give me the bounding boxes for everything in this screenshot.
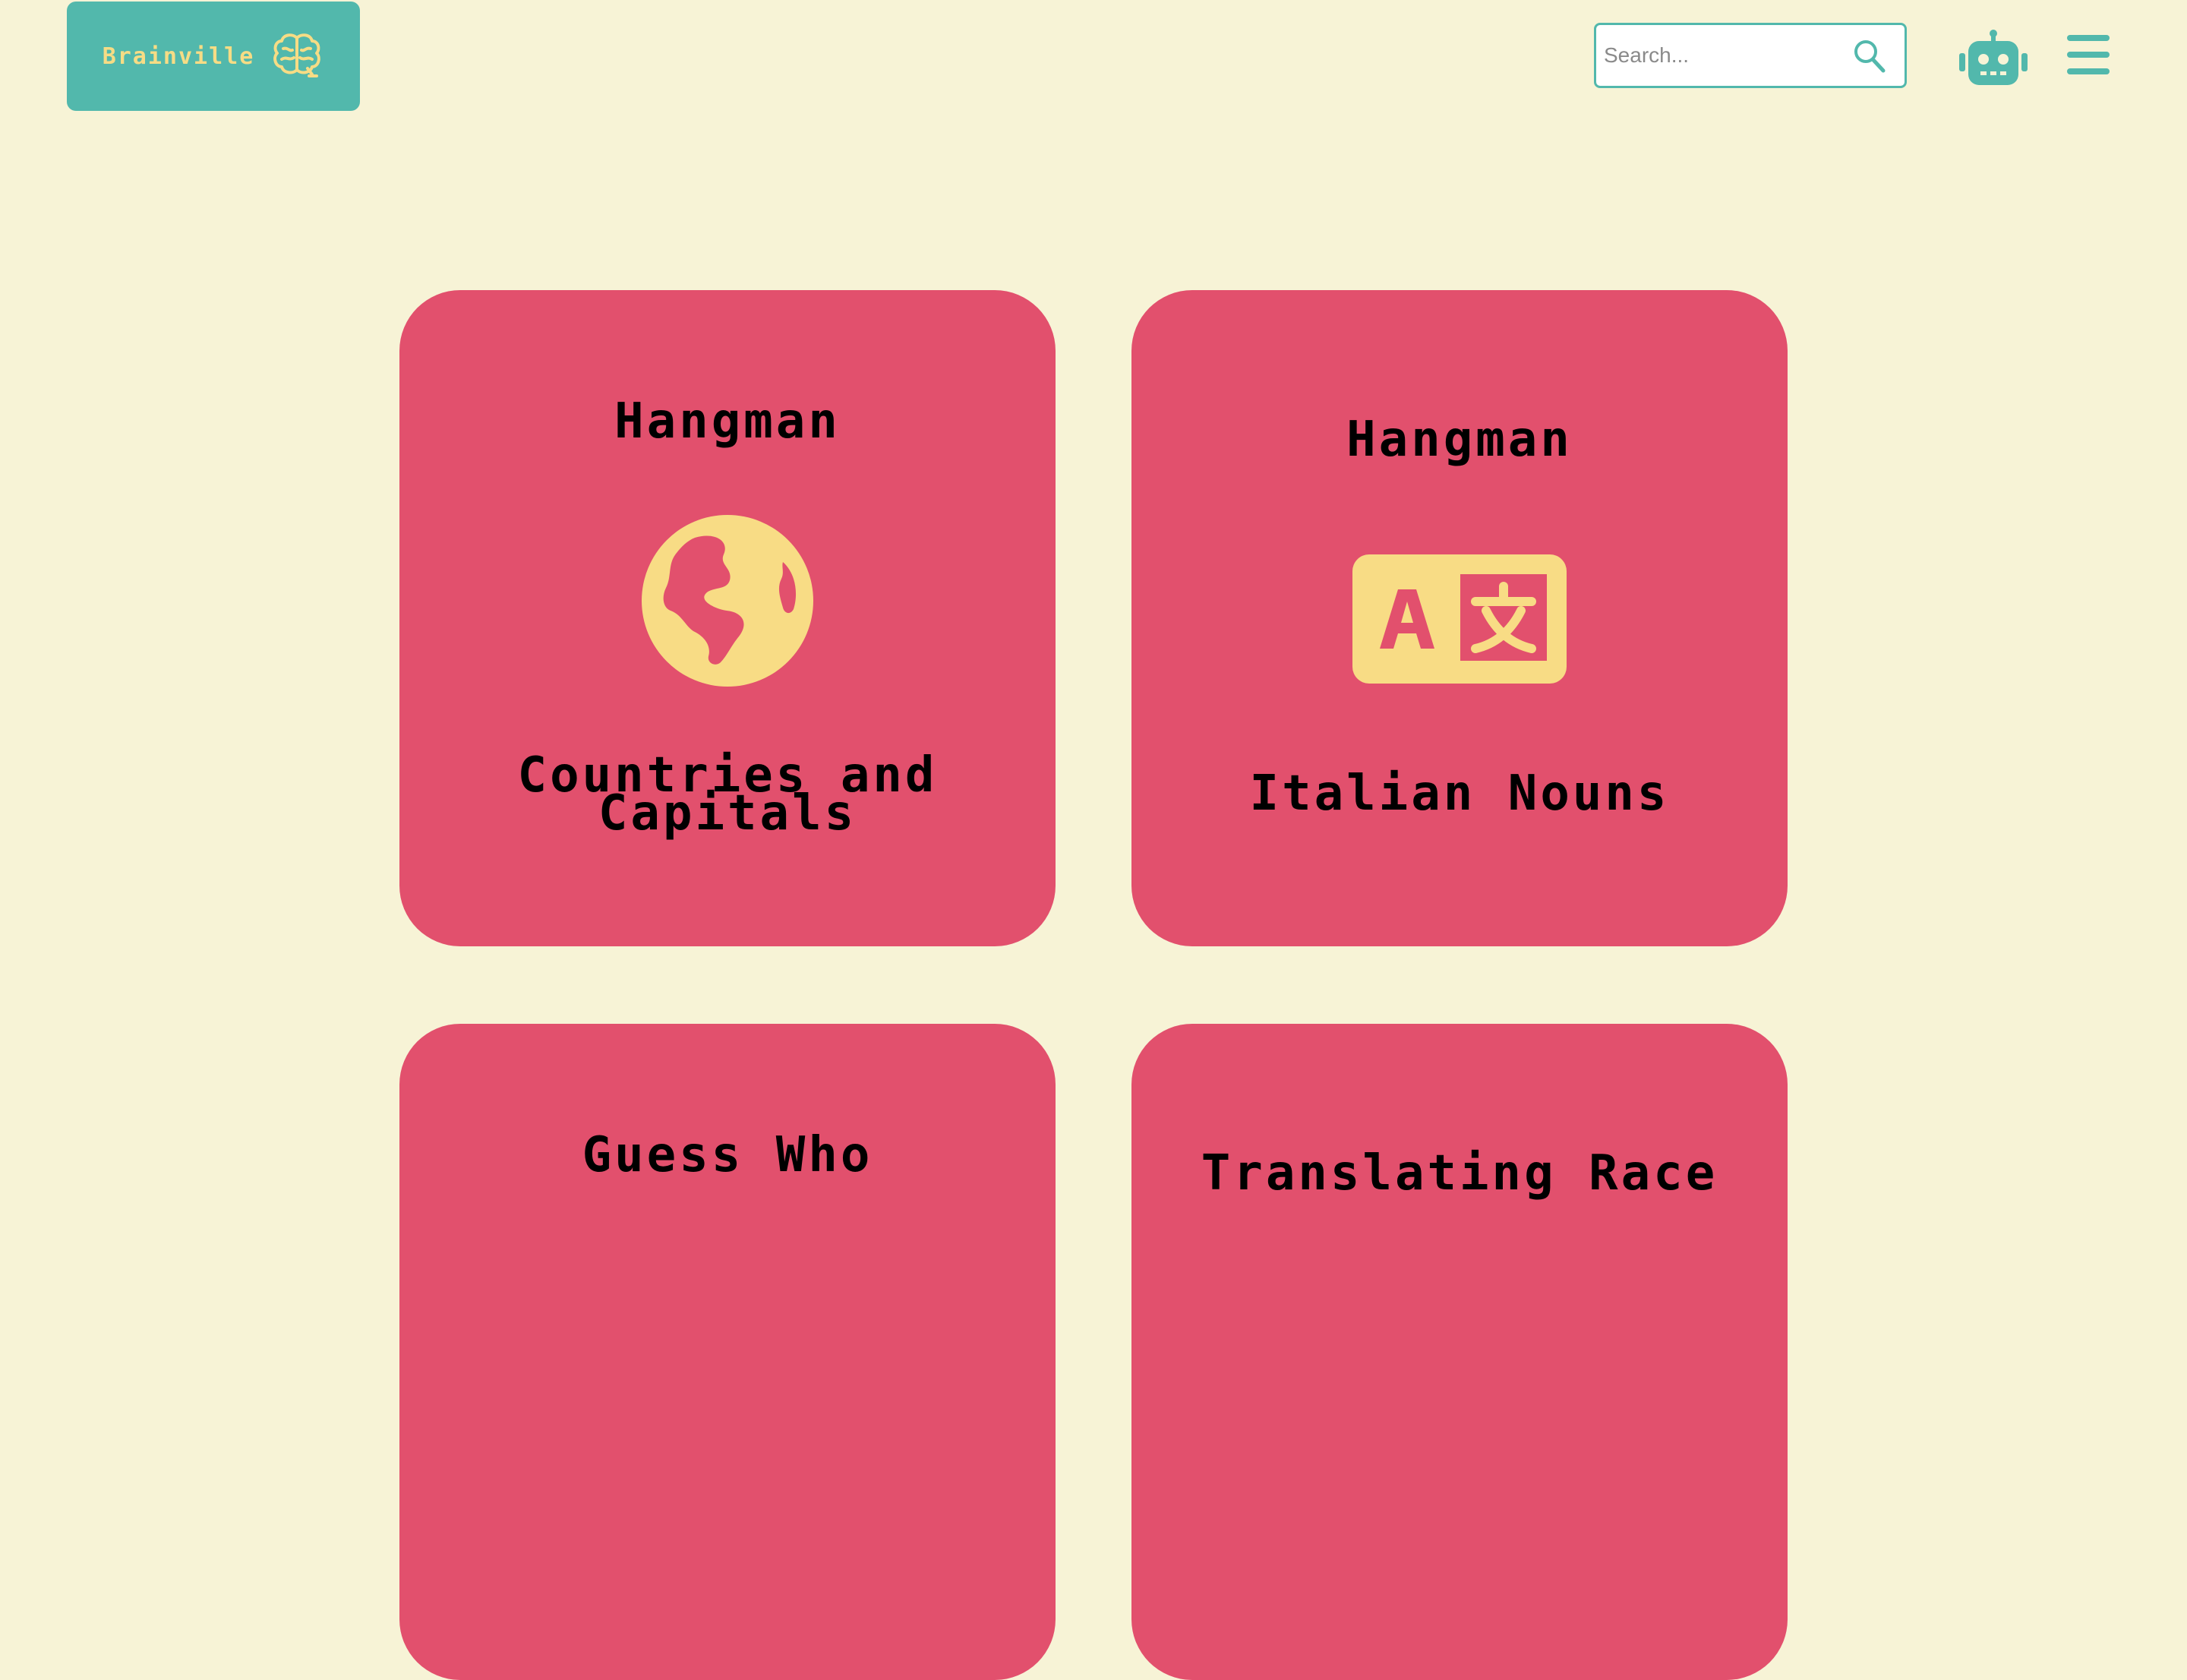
card-title: Hangman — [1346, 412, 1573, 468]
search-box[interactable] — [1594, 23, 1907, 88]
game-card[interactable]: Hangman Italian Nouns — [1131, 290, 1788, 946]
game-card[interactable]: Hangman Countries and Capitals — [399, 290, 1056, 946]
logo-button[interactable]: Brainville — [67, 2, 360, 111]
game-card[interactable]: Translating Race — [1131, 1024, 1788, 1680]
search-input[interactable] — [1601, 25, 1857, 86]
logo-text: Brainville — [102, 43, 255, 70]
game-card[interactable]: Guess Who — [399, 1024, 1056, 1680]
card-title: Hangman — [614, 393, 841, 450]
brain-icon — [273, 33, 321, 77]
card-subtitle: Italian Nouns — [1249, 766, 1670, 822]
hamburger-menu-icon[interactable] — [2066, 32, 2111, 77]
card-title: Guess Who — [582, 1127, 873, 1183]
magnifier-icon[interactable] — [1853, 39, 1886, 74]
robot-icon[interactable] — [1959, 29, 2028, 87]
card-subtitle: Countries and Capitals — [517, 747, 938, 842]
globe-icon — [642, 515, 813, 687]
translate-icon — [1352, 554, 1567, 684]
card-title: Translating Race — [1201, 1145, 1718, 1202]
